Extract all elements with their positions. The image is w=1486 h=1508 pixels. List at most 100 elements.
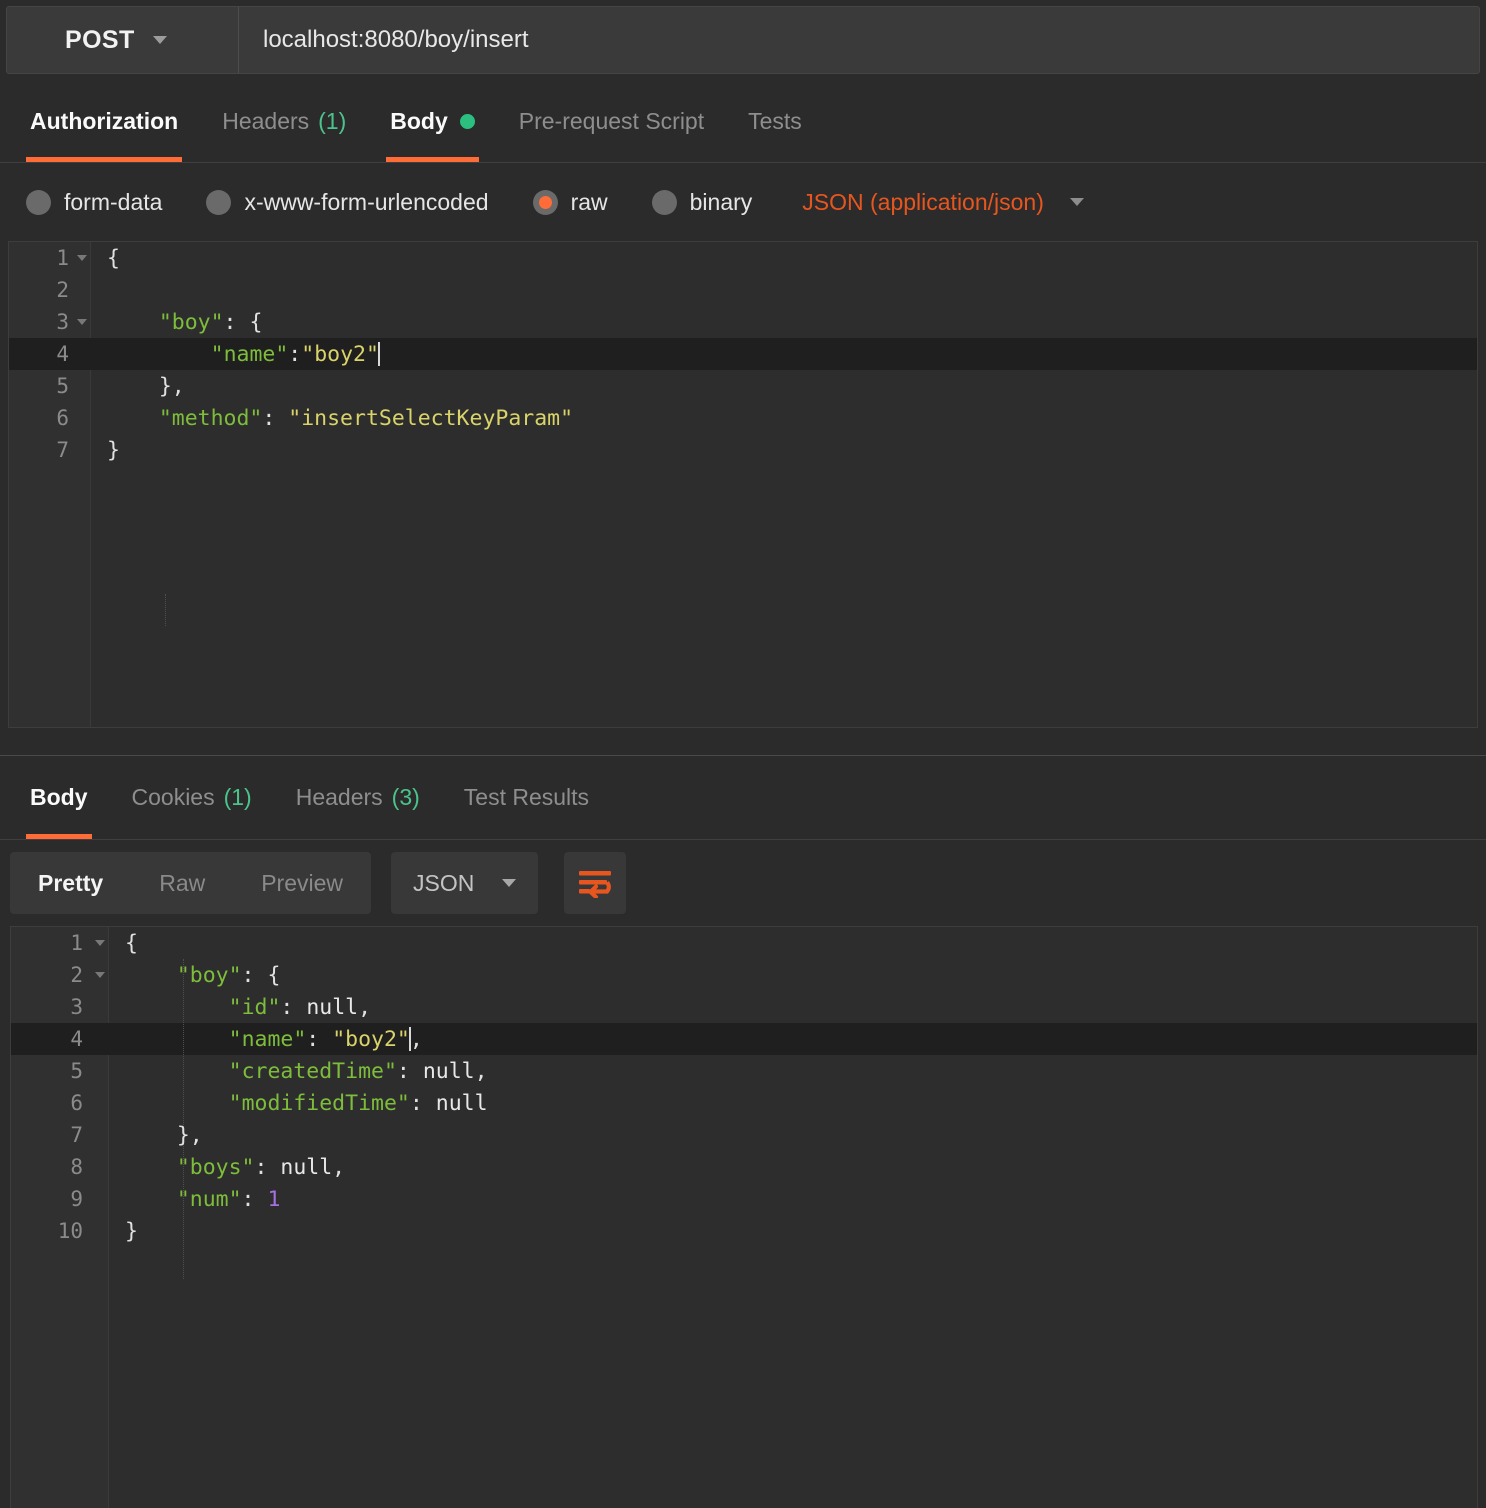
- code-text: }: [125, 1218, 138, 1244]
- tab-pre-request-script[interactable]: Pre-request Script: [497, 80, 726, 162]
- code-line[interactable]: 4 "name":"boy2": [9, 338, 1477, 370]
- fold-chevron-icon[interactable]: [95, 972, 105, 978]
- chevron-down-icon: [502, 879, 517, 887]
- request-body-editor[interactable]: 1{2 3 "boy": {4 "name":"boy2" 5 }, 6 "metho…: [8, 241, 1478, 728]
- fold-chevron-icon[interactable]: [77, 319, 87, 325]
- code-text: },: [158, 373, 185, 399]
- code-text: "num": 1: [176, 1186, 281, 1212]
- url-input-wrapper: POST localhost:8080/boy/insert: [6, 6, 1480, 74]
- tab-label: Tests: [748, 107, 802, 134]
- code-line[interactable]: 7}: [9, 434, 1477, 466]
- radio-x-www-form-urlencoded[interactable]: x-www-form-urlencoded: [206, 189, 489, 216]
- tab-label: Cookies: [131, 784, 215, 810]
- request-tab-bar: Authorization Headers (1) Body Pre-reque…: [0, 80, 1486, 163]
- line-number: 2: [11, 963, 109, 987]
- tab-headers[interactable]: Headers (1): [200, 80, 368, 162]
- code-line[interactable]: 4 "name": "boy2",: [11, 1023, 1477, 1055]
- fold-chevron-icon[interactable]: [95, 940, 105, 946]
- http-method-dropdown[interactable]: POST: [7, 7, 239, 73]
- request-url-bar: POST localhost:8080/boy/insert: [0, 0, 1486, 80]
- line-number: 5: [56, 374, 69, 398]
- tab-authorization[interactable]: Authorization: [8, 80, 200, 162]
- request-url-input[interactable]: localhost:8080/boy/insert: [239, 7, 1479, 73]
- code-text: },: [176, 1122, 203, 1148]
- line-number: 2: [56, 278, 69, 302]
- response-tab-cookies[interactable]: Cookies (1): [110, 756, 274, 839]
- tab-label: Headers: [222, 107, 310, 134]
- response-view-toolbar: Pretty Raw Preview JSON: [0, 840, 1486, 926]
- response-code-area[interactable]: 1{2 "boy": {3 "id": null, 4 "name": "boy2…: [11, 927, 1477, 1508]
- response-format-dropdown[interactable]: JSON: [391, 852, 539, 914]
- view-mode-pretty[interactable]: Pretty: [10, 852, 131, 914]
- code-text: "modifiedTime": null: [228, 1090, 488, 1116]
- radio-raw[interactable]: raw: [532, 188, 608, 216]
- code-line[interactable]: 9 "num": 1: [11, 1183, 1477, 1215]
- request-code-lines[interactable]: 1{2 3 "boy": {4 "name":"boy2" 5 }, 6 "metho…: [9, 242, 1477, 466]
- view-mode-label: Pretty: [38, 869, 104, 896]
- line-number: 10: [57, 1219, 83, 1243]
- line-number: 4: [56, 342, 69, 366]
- code-line[interactable]: 6 "modifiedTime": null: [11, 1087, 1477, 1119]
- code-line[interactable]: 3 "id": null,: [11, 991, 1477, 1023]
- code-line[interactable]: 7 },: [11, 1119, 1477, 1151]
- code-line[interactable]: 10}: [11, 1215, 1477, 1247]
- view-mode-label: Preview: [261, 869, 344, 896]
- view-mode-preview[interactable]: Preview: [233, 852, 371, 914]
- line-number: 8: [70, 1155, 83, 1179]
- response-tab-bar: Body Cookies (1) Headers (3) Test Result…: [0, 756, 1486, 840]
- tab-label: Headers: [295, 784, 383, 810]
- tab-label: Body: [390, 107, 448, 134]
- radio-binary[interactable]: binary: [651, 188, 753, 216]
- code-text: "name":"boy2": [210, 341, 380, 367]
- response-body-editor[interactable]: 1{2 "boy": {3 "id": null, 4 "name": "boy2…: [10, 926, 1478, 1508]
- code-line[interactable]: 1{: [9, 242, 1477, 274]
- line-number: 6: [70, 1091, 83, 1115]
- code-line[interactable]: 3 "boy": {: [9, 306, 1477, 338]
- code-line[interactable]: 5 "createdTime": null,: [11, 1055, 1477, 1087]
- indent-guide: [165, 594, 166, 626]
- chevron-down-icon: [152, 36, 167, 44]
- code-line[interactable]: 2: [9, 274, 1477, 306]
- status-dot-icon: [459, 113, 475, 129]
- radio-label: binary: [689, 188, 753, 215]
- code-line[interactable]: 5 },: [9, 370, 1477, 402]
- panel-divider[interactable]: [0, 728, 1486, 756]
- body-type-selector: form-data x-www-form-urlencoded raw bina…: [0, 163, 1486, 241]
- response-code-lines[interactable]: 1{2 "boy": {3 "id": null, 4 "name": "boy2…: [11, 927, 1477, 1247]
- tab-count: (1): [223, 784, 252, 810]
- code-text: "boy": {: [176, 962, 281, 988]
- code-line[interactable]: 8 "boys": null,: [11, 1151, 1477, 1183]
- code-text: }: [107, 437, 120, 463]
- radio-icon: [206, 189, 232, 215]
- chevron-down-icon: [1069, 198, 1084, 206]
- content-type-label: JSON (application/json): [802, 188, 1044, 215]
- line-number: 3: [9, 310, 91, 334]
- line-number: 1: [11, 931, 109, 955]
- code-line[interactable]: 2 "boy": {: [11, 959, 1477, 991]
- radio-label: raw: [570, 188, 608, 215]
- radio-selected-icon: [532, 189, 558, 215]
- tab-label: Authorization: [30, 107, 179, 134]
- word-wrap-toggle-button[interactable]: [564, 852, 627, 914]
- response-tab-test-results[interactable]: Test Results: [442, 756, 611, 839]
- tab-body[interactable]: Body: [368, 80, 497, 162]
- response-tab-body[interactable]: Body: [8, 756, 110, 839]
- view-mode-raw[interactable]: Raw: [131, 852, 233, 914]
- tab-count: (1): [318, 107, 347, 134]
- fold-chevron-icon[interactable]: [77, 255, 87, 261]
- response-tab-headers[interactable]: Headers (3): [274, 756, 442, 839]
- tab-label: Body: [30, 784, 88, 810]
- request-code-area[interactable]: 1{2 3 "boy": {4 "name":"boy2" 5 }, 6 "metho…: [9, 242, 1477, 727]
- line-number: 3: [70, 995, 83, 1019]
- code-text: {: [107, 245, 120, 271]
- line-number: 7: [70, 1123, 83, 1147]
- postman-app: POST localhost:8080/boy/insert Authoriza…: [0, 0, 1486, 1508]
- line-number: 5: [70, 1059, 83, 1083]
- code-line[interactable]: 6 "method": "insertSelectKeyParam": [9, 402, 1477, 434]
- content-type-dropdown[interactable]: JSON (application/json): [802, 189, 1084, 216]
- code-text: "boy": {: [158, 309, 263, 335]
- http-method-label: POST: [65, 25, 135, 54]
- radio-form-data[interactable]: form-data: [26, 189, 162, 216]
- code-line[interactable]: 1{: [11, 927, 1477, 959]
- tab-tests[interactable]: Tests: [726, 80, 824, 162]
